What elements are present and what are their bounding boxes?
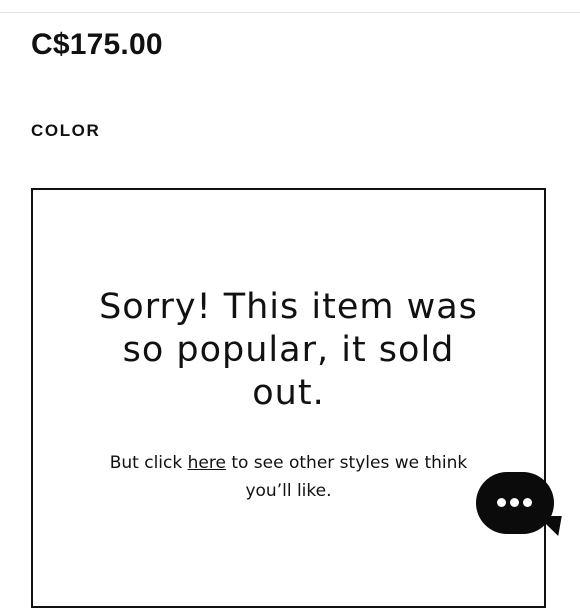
sold-out-heading-line: out.	[252, 373, 325, 413]
message-prefix: But click	[109, 453, 188, 473]
top-divider	[0, 12, 580, 13]
sold-out-heading-line: Sorry! This item was	[99, 287, 478, 327]
chat-button[interactable]	[476, 472, 562, 536]
other-styles-link[interactable]: here	[188, 453, 226, 473]
chat-bubble-ellipsis-icon	[497, 498, 532, 507]
sold-out-message: But click here to see other styles we th…	[33, 449, 544, 505]
sold-out-message-line: you’ll like.	[245, 481, 332, 501]
sold-out-heading: Sorry! This item was so popular, it sold…	[33, 286, 544, 415]
chat-bubble-tail	[534, 516, 562, 536]
color-label: COLOR	[31, 121, 101, 140]
product-price: C$175.00	[31, 28, 163, 61]
sold-out-heading-line: so popular, it sold	[122, 330, 455, 370]
sold-out-message-line: But click here to see other styles we th…	[33, 449, 544, 477]
chat-dot	[523, 498, 532, 507]
message-suffix: to see other styles we think	[225, 453, 468, 473]
chat-dot	[510, 498, 519, 507]
sold-out-notice: Sorry! This item was so popular, it sold…	[31, 188, 546, 608]
chat-dot	[497, 498, 506, 507]
